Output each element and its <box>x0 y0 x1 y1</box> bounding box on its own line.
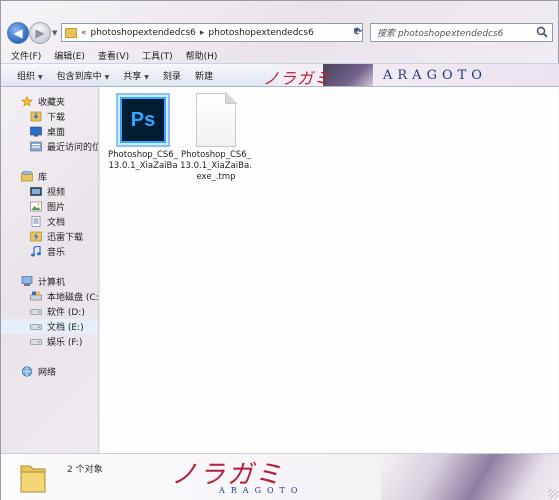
downloads-icon <box>30 111 42 122</box>
menu-edit[interactable]: 编辑(E) <box>54 49 85 63</box>
explorer-window: ◀ ▶ ▼ « photoshopextendedcs6 ▸ photoshop… <box>0 0 559 500</box>
nav-item-downloads[interactable]: 下载 <box>30 109 65 124</box>
nav-item-thunder-downloads[interactable]: 迅雷下载 <box>30 229 83 244</box>
library-icon <box>21 171 33 182</box>
drive-icon <box>30 339 42 345</box>
back-button[interactable]: ◀ <box>7 22 29 44</box>
file-name: Photoshop_CS6_13.0.1_XiaZaiBa <box>108 150 178 171</box>
video-icon <box>30 187 42 196</box>
menu-bar: 文件(F) 编辑(E) 查看(V) 工具(T) 帮助(H) <box>1 49 559 63</box>
folder-icon <box>65 27 77 38</box>
address-overflow[interactable]: « <box>81 28 87 38</box>
nav-item-drive-c[interactable]: 本地磁盘 (C:) <box>30 289 98 304</box>
breadcrumb-segment[interactable]: photoshopextendedcs6 <box>208 28 313 38</box>
file-item-tmp[interactable]: Photoshop_CS6_13.0.1_XiaZaiBa.exe_.tmp <box>180 92 252 183</box>
details-pane: 2 个对象 ノラガミ ARAGOTO <box>1 453 559 500</box>
command-bar: 组织 ▼ 包含到库中 ▼ 共享 ▼ 刻录 新建 ノラガミ ARAGOTO <box>1 63 559 87</box>
computer-icon <box>21 276 33 286</box>
search-icon[interactable] <box>536 26 548 38</box>
music-icon <box>31 246 41 257</box>
chevron-down-icon: ▼ <box>144 74 149 81</box>
pictures-icon <box>30 201 42 212</box>
forward-button[interactable]: ▶ <box>29 22 51 44</box>
system-drive-icon <box>30 291 42 301</box>
documents-icon <box>31 216 41 227</box>
breadcrumb-segment[interactable]: photoshopextendedcs6 <box>91 28 196 38</box>
banner-title: ノラガミ <box>263 69 332 87</box>
nav-item-music[interactable]: 音乐 <box>30 244 65 259</box>
nav-item-recent[interactable]: 最近访问的位 <box>30 139 98 154</box>
theme-banner: ノラガミ ARAGOTO <box>263 64 559 87</box>
organize-button[interactable]: 组织 ▼ <box>17 69 43 82</box>
menu-tools[interactable]: 工具(T) <box>142 49 173 63</box>
status-banner-subtitle: ARAGOTO <box>219 486 304 495</box>
search-placeholder: 搜索 photoshopextendedcs6 <box>377 29 504 39</box>
file-item-photoshop[interactable]: Ps Photoshop_CS6_13.0.1_XiaZaiBa <box>107 93 179 172</box>
menu-help[interactable]: 帮助(H) <box>186 49 218 63</box>
nav-network[interactable]: 网络 <box>21 364 56 379</box>
blank-file-icon <box>196 92 237 147</box>
refresh-icon[interactable]: ⟳ <box>350 23 366 40</box>
nav-item-videos[interactable]: 视频 <box>30 184 65 199</box>
item-count: 2 个对象 <box>67 465 103 475</box>
nav-libraries[interactable]: 库 <box>21 169 47 184</box>
folder-icon <box>20 465 46 493</box>
network-icon <box>21 366 33 377</box>
desktop-icon <box>30 126 42 137</box>
include-in-library-button[interactable]: 包含到库中 ▼ <box>57 69 110 82</box>
recent-places-icon <box>30 141 42 152</box>
nav-item-drive-e[interactable]: 文档 (E:) <box>1 319 98 334</box>
file-name: Photoshop_CS6_13.0.1_XiaZaiBa.exe_.tmp <box>180 150 252 182</box>
nav-computer[interactable]: 计算机 <box>21 274 65 289</box>
address-row: ◀ ▶ ▼ « photoshopextendedcs6 ▸ photoshop… <box>1 19 559 47</box>
address-bar[interactable]: « photoshopextendedcs6 ▸ photoshopextend… <box>61 23 363 42</box>
nav-item-documents[interactable]: 文档 <box>30 214 65 229</box>
nav-item-drive-f[interactable]: 娱乐 (F:) <box>30 334 82 349</box>
chevron-down-icon: ▼ <box>38 74 43 81</box>
nav-item-desktop[interactable]: 桌面 <box>30 124 65 139</box>
photoshop-icon: Ps <box>116 93 170 147</box>
nav-item-drive-d[interactable]: 软件 (D:) <box>30 304 85 319</box>
menu-view[interactable]: 查看(V) <box>98 49 129 63</box>
navigation-pane: 收藏夹 下载 桌面 最近访问的位 库 视频 图片 文档 迅雷下载 音乐 计算机 … <box>1 87 99 453</box>
burn-button[interactable]: 刻录 <box>163 69 181 82</box>
new-folder-button[interactable]: 新建 <box>195 69 213 82</box>
chevron-down-icon: ▼ <box>104 74 110 81</box>
menu-file[interactable]: 文件(F) <box>11 49 41 63</box>
anime-character-art <box>381 454 559 500</box>
file-list: Ps Photoshop_CS6_13.0.1_XiaZaiBa Photosh… <box>100 87 559 453</box>
nav-favorites[interactable]: 收藏夹 <box>21 94 65 109</box>
share-button[interactable]: 共享 ▼ <box>123 69 149 82</box>
banner-subtitle: ARAGOTO <box>383 68 487 83</box>
drive-icon <box>30 309 42 315</box>
star-icon <box>21 96 33 107</box>
thunder-download-icon <box>30 231 42 242</box>
nav-item-pictures[interactable]: 图片 <box>30 199 65 214</box>
resize-grip[interactable] <box>548 489 558 499</box>
drive-icon <box>30 324 42 330</box>
breadcrumb-separator-icon[interactable]: ▸ <box>200 28 205 38</box>
search-input[interactable]: 搜索 photoshopextendedcs6 <box>370 23 553 42</box>
recent-pages-dropdown[interactable]: ▼ <box>52 29 57 37</box>
